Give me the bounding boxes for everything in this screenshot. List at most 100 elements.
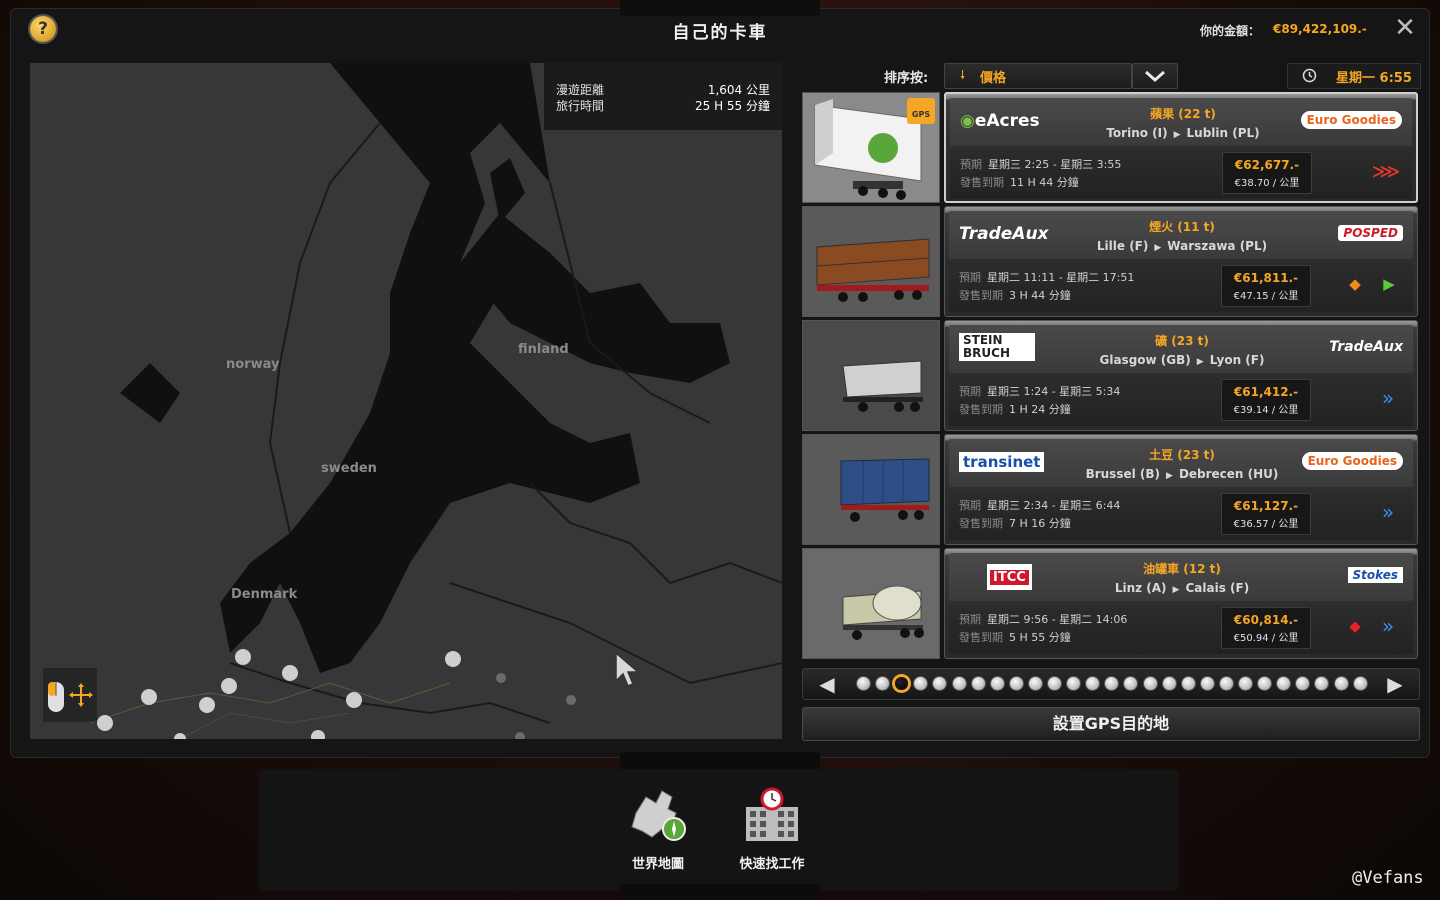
world-map-label: 世界地圖 bbox=[631, 857, 684, 872]
pay-box: €60,814.- €50.94 / 公里 bbox=[1221, 607, 1311, 649]
help-icon[interactable]: ? bbox=[30, 16, 56, 42]
pay-box: €62,677.- €38.70 / 公里 bbox=[1222, 152, 1312, 194]
trailer-thumbnail bbox=[802, 434, 940, 545]
game-time: 星期一 6:55 bbox=[1336, 71, 1412, 86]
pager-dot[interactable] bbox=[1048, 677, 1061, 690]
job-offer[interactable]: STEIN BRUCH 礦 (23 t) Glasgow (GB) ▶ Lyon (… bbox=[802, 320, 1418, 431]
job-pay: €62,677.- bbox=[1234, 158, 1300, 172]
pager-dot[interactable] bbox=[1296, 677, 1310, 690]
tank-trailer-image bbox=[803, 549, 939, 658]
trailer-thumbnail bbox=[802, 206, 940, 317]
map-label-sweden: sweden bbox=[321, 461, 377, 476]
cage-trailer-image bbox=[803, 207, 939, 316]
pager-dot[interactable] bbox=[876, 677, 890, 690]
pager-dot[interactable] bbox=[1162, 677, 1176, 690]
pager-dot[interactable] bbox=[1086, 677, 1100, 690]
pager-dot[interactable] bbox=[990, 677, 1004, 690]
sort-dropdown-button[interactable] bbox=[1132, 63, 1178, 89]
money-value: €89,422,109.- bbox=[1273, 22, 1367, 36]
map-label-norway: norway bbox=[226, 357, 280, 372]
pager-dot[interactable] bbox=[1258, 677, 1272, 690]
tipper-trailer-image bbox=[803, 321, 939, 430]
route-distance-value: 1,604 公里 bbox=[707, 83, 770, 97]
route-destination: Calais (F) bbox=[1185, 581, 1250, 595]
job-card[interactable]: TradeAux 煙火 (11 t) Lille (F) ▶ Warszawa (P… bbox=[944, 206, 1418, 317]
route-origin: Brussel (B) bbox=[1085, 467, 1161, 481]
job-card[interactable]: transinet 土豆 (23 t) Brussel (B) ▶ Debrecen… bbox=[944, 434, 1418, 545]
route-origin: Linz (A) bbox=[1114, 581, 1167, 595]
pager-dot[interactable] bbox=[952, 677, 966, 690]
money-label: 你的金額： bbox=[1200, 24, 1261, 38]
expected-row: 預期 星期三 2:25 - 星期三 3:55 bbox=[960, 158, 1122, 171]
job-pay-per-km: €38.70 / 公里 bbox=[1234, 178, 1300, 189]
job-card[interactable]: STEIN BRUCH 礦 (23 t) Glasgow (GB) ▶ Lyon (… bbox=[944, 320, 1418, 431]
pager-dot[interactable] bbox=[914, 677, 928, 690]
set-gps-destination-button[interactable]: 設置GPS目的地 bbox=[802, 707, 1420, 741]
world-map-view[interactable]: norway sweden finland Denmark bbox=[30, 63, 782, 739]
job-pay-per-km: €47.15 / 公里 bbox=[1233, 291, 1299, 302]
trailer-thumbnail: GPS bbox=[802, 92, 940, 203]
pager-dot[interactable] bbox=[1105, 677, 1119, 690]
sort-select[interactable] bbox=[944, 63, 1132, 89]
pager-next-icon[interactable]: ▶ bbox=[1375, 669, 1415, 699]
pager-dot[interactable] bbox=[1028, 677, 1042, 690]
job-offer[interactable]: transinet 土豆 (23 t) Brussel (B) ▶ Debrecen… bbox=[802, 434, 1418, 545]
sort-value: 價格 bbox=[980, 71, 1007, 86]
urgency-double-arrow-icon: » bbox=[1381, 614, 1395, 638]
pager-dot[interactable] bbox=[857, 677, 870, 690]
job-offer[interactable]: GPS ◉eAcres 蘋果 (22 t) Torino (I) ▶ Lublin … bbox=[802, 92, 1418, 203]
container-trailer-image bbox=[803, 435, 939, 544]
company-logo-to: POSPED bbox=[1293, 217, 1403, 249]
europe-map-icon bbox=[631, 790, 686, 841]
close-icon[interactable]: ✕ bbox=[1393, 15, 1417, 41]
job-card[interactable]: ◉eAcres 蘋果 (22 t) Torino (I) ▶ Lublin (PL)… bbox=[944, 92, 1418, 203]
route-time-label: 旅行時間 bbox=[556, 99, 605, 113]
clock-icon bbox=[1302, 68, 1317, 83]
bottom-menu-bar: 世界地圖 快速找工作 bbox=[259, 769, 1179, 891]
bottom-tab-lower bbox=[620, 884, 820, 900]
pager-dot[interactable] bbox=[1200, 677, 1214, 690]
pager-dot[interactable] bbox=[1124, 677, 1138, 690]
fragile-cargo-icon: ◆ bbox=[1349, 617, 1361, 635]
route-arrow-icon: ▶ bbox=[1166, 471, 1173, 481]
pager-prev-icon[interactable]: ◀ bbox=[807, 669, 847, 699]
pager-dot[interactable] bbox=[1334, 677, 1348, 690]
job-card[interactable]: ITCC 油罐車 (12 t) Linz (A) ▶ Calais (F) Stok… bbox=[944, 548, 1418, 659]
pager-dot[interactable] bbox=[971, 677, 985, 690]
route-arrow-icon: ▶ bbox=[1154, 243, 1162, 253]
map-label-denmark: Denmark bbox=[231, 587, 298, 602]
trailer-thumbnail bbox=[802, 548, 940, 659]
pay-box: €61,412.- €39.14 / 公里 bbox=[1221, 379, 1311, 421]
job-list-pager: ◀ ▶ bbox=[802, 668, 1420, 700]
pager-dot[interactable] bbox=[1277, 677, 1291, 690]
quick-job-button[interactable]: 快速找工作 bbox=[722, 787, 822, 872]
gps-badge-icon: GPS bbox=[907, 98, 935, 124]
pager-dot[interactable] bbox=[1143, 677, 1157, 690]
job-pay-per-km: €36.57 / 公里 bbox=[1233, 519, 1299, 530]
company-logo-to: TradeAux bbox=[1329, 339, 1403, 355]
job-pay-per-km: €39.14 / 公里 bbox=[1233, 405, 1299, 416]
expected-row: 預期 星期二 9:56 - 星期二 14:06 bbox=[959, 613, 1128, 626]
pager-dot[interactable] bbox=[1067, 677, 1081, 690]
map-pan-control[interactable] bbox=[43, 668, 97, 722]
pager-dot[interactable] bbox=[1315, 677, 1329, 690]
world-map-button[interactable]: 世界地圖 bbox=[608, 783, 708, 872]
pager-dot[interactable] bbox=[895, 677, 909, 690]
pager-dot[interactable] bbox=[1353, 677, 1367, 690]
expires-row: 發售到期 11 H 44 分鐘 bbox=[960, 176, 1079, 189]
route-arrow-icon: ▶ bbox=[1172, 585, 1180, 595]
expires-row: 發售到期 7 H 16 分鐘 bbox=[959, 517, 1071, 530]
job-offer[interactable]: TradeAux 煙火 (11 t) Lille (F) ▶ Warszawa (P… bbox=[802, 206, 1418, 317]
expires-row: 發售到期 1 H 24 分鐘 bbox=[959, 403, 1071, 416]
expires-row: 發售到期 5 H 55 分鐘 bbox=[959, 631, 1071, 644]
job-offer[interactable]: ITCC 油罐車 (12 t) Linz (A) ▶ Calais (F) Stok… bbox=[802, 548, 1418, 659]
route-arrow-icon: ▶ bbox=[1173, 130, 1181, 140]
map-land-shapes bbox=[89, 63, 782, 739]
pager-dot[interactable] bbox=[1181, 677, 1195, 690]
pager-dot[interactable] bbox=[1239, 677, 1252, 690]
watermark: @Vefans bbox=[1352, 868, 1424, 888]
pager-dot[interactable] bbox=[933, 677, 947, 690]
pager-dot[interactable] bbox=[1009, 677, 1023, 690]
route-time-value: 25 H 55 分鐘 bbox=[694, 99, 770, 113]
pager-dot[interactable] bbox=[1219, 677, 1233, 690]
